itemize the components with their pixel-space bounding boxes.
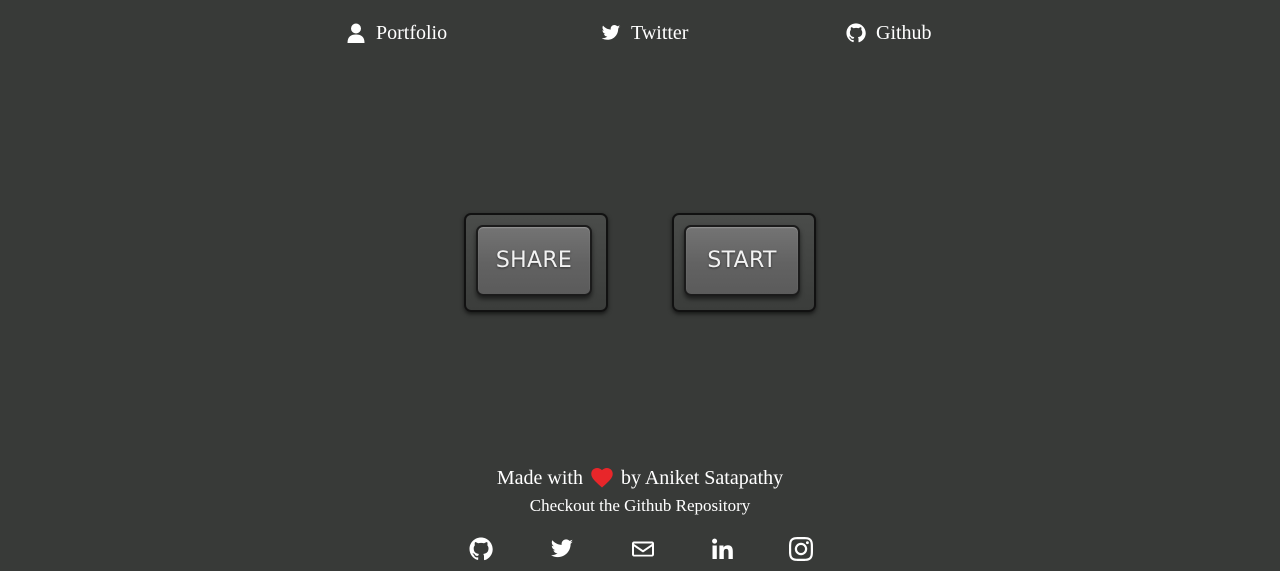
- share-button-frame: SHARE: [464, 213, 608, 312]
- social-links: [0, 537, 1280, 563]
- twitter-icon: [601, 25, 621, 40]
- instagram-icon[interactable]: [789, 537, 813, 561]
- nav-link-label: Github: [876, 21, 932, 44]
- author-text: by Aniket Satapathy: [620, 467, 784, 489]
- nav-link-twitter[interactable]: Twitter: [601, 20, 688, 46]
- nav-link-portfolio[interactable]: Portfolio: [346, 20, 447, 46]
- heart-icon: [591, 468, 613, 488]
- made-with-line: Made with by Aniket Satapathy: [0, 462, 1280, 494]
- nav-link-github[interactable]: Github: [846, 20, 932, 46]
- footer: Made with by Aniket Satapathy Checkout t…: [0, 462, 1280, 516]
- share-button[interactable]: SHARE: [476, 225, 592, 296]
- made-with-text: Made with: [496, 467, 583, 489]
- top-nav: Portfolio Twitter Github: [0, 0, 1280, 66]
- nav-link-label: Portfolio: [376, 21, 448, 44]
- twitter-icon[interactable]: [550, 537, 574, 561]
- linkedin-icon[interactable]: [710, 537, 734, 561]
- mail-icon[interactable]: [631, 537, 655, 561]
- github-icon: [846, 23, 866, 43]
- github-icon[interactable]: [469, 537, 493, 561]
- github-repository-link[interactable]: Checkout the Github Repository: [530, 496, 751, 516]
- user-icon: [347, 23, 365, 43]
- nav-link-label: Twitter: [631, 21, 689, 44]
- start-button-frame: START: [672, 213, 816, 312]
- start-button[interactable]: START: [684, 225, 800, 296]
